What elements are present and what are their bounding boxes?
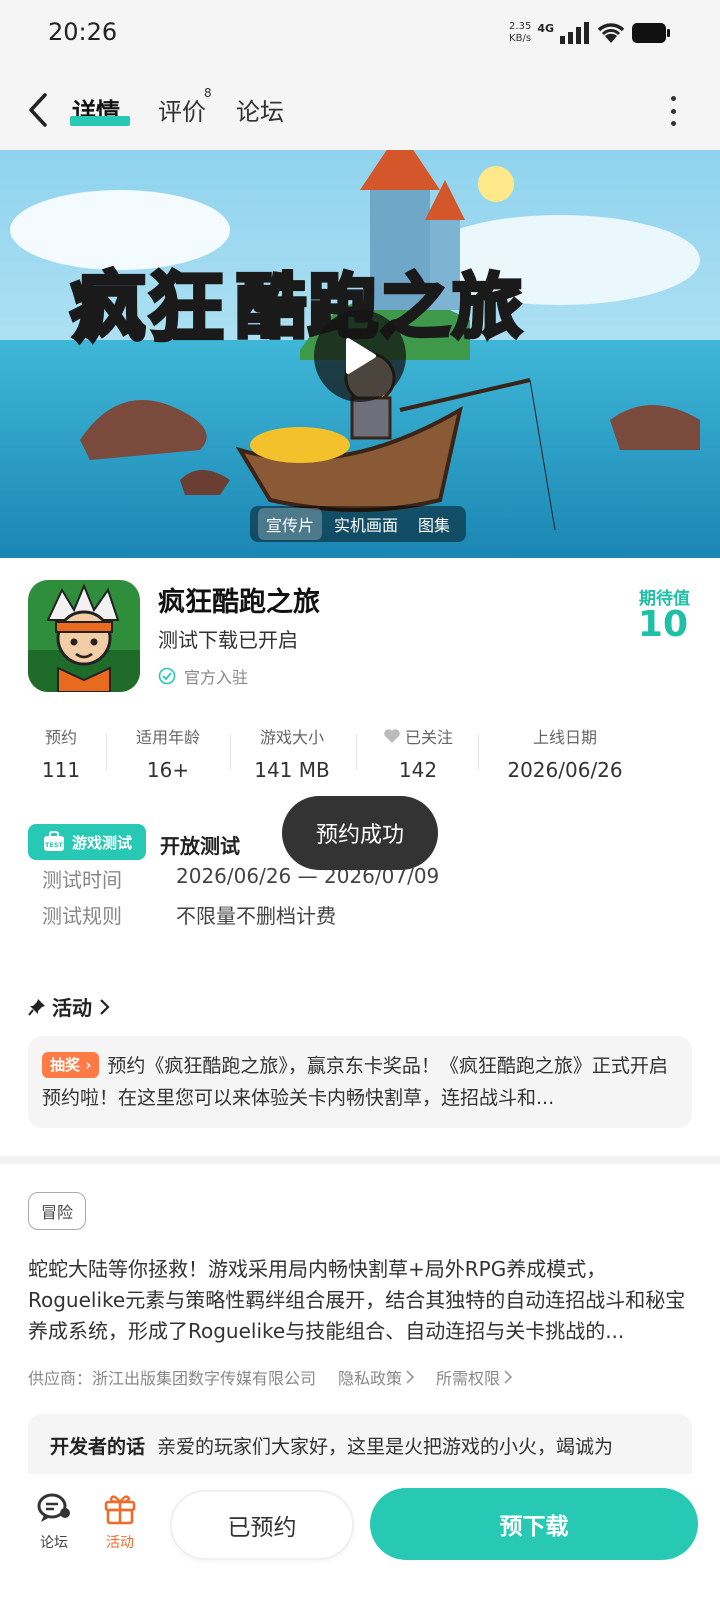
privacy-policy-label: 隐私政策 bbox=[338, 1369, 403, 1388]
permissions-link[interactable]: 所需权限 bbox=[436, 1365, 513, 1389]
heart-icon bbox=[384, 729, 400, 743]
lottery-tag: 抽奖 › bbox=[42, 1052, 100, 1078]
expectation-value: 10 bbox=[637, 604, 688, 645]
test-rule-value: 不限量不删档计费 bbox=[176, 904, 336, 928]
stat-reservations: 预约 111 bbox=[28, 724, 94, 782]
media-tabs: 宣传片 实机画面 图集 bbox=[250, 506, 467, 542]
reservation-success-toast: 预约成功 bbox=[282, 796, 438, 870]
stat-value: 16+ bbox=[146, 758, 190, 782]
active-tab-indicator bbox=[70, 116, 130, 126]
wifi-icon bbox=[597, 23, 625, 43]
verified-icon bbox=[158, 667, 176, 685]
privacy-policy-link[interactable]: 隐私政策 bbox=[338, 1365, 415, 1389]
more-dot-icon bbox=[670, 96, 676, 101]
activity-title: 活动 bbox=[52, 996, 92, 1020]
test-rule-label: 测试规则 bbox=[42, 904, 122, 928]
test-icon: TEST bbox=[43, 831, 64, 851]
app-root: 20:26 2.35 KB/s 4G 详情 评价 8 论坛 疯狂 酷跑之旅 宣传… bbox=[0, 0, 720, 1600]
official-badge: 官方入驻 bbox=[158, 664, 248, 688]
game-test-badge: TEST 游戏测试 bbox=[28, 824, 146, 860]
section-separator bbox=[0, 1156, 720, 1164]
stat-size: 游戏大小 141 MB bbox=[242, 724, 342, 782]
supplier-row: 供应商：浙江出版集团数字传媒有限公司 隐私政策 所需权限 bbox=[28, 1365, 513, 1389]
banner-title-yellow: 疯狂 bbox=[68, 261, 226, 354]
stat-divider bbox=[106, 734, 107, 770]
game-status: 测试下载已开启 bbox=[158, 628, 298, 652]
net-speed-value: 2.35 bbox=[509, 21, 532, 32]
media-tab-gameplay[interactable]: 实机画面 bbox=[326, 508, 406, 540]
stat-divider bbox=[478, 734, 479, 770]
tab-reviews[interactable]: 评价 bbox=[158, 92, 206, 127]
stat-label: 上线日期 bbox=[532, 728, 597, 747]
svg-text:TEST: TEST bbox=[45, 841, 64, 849]
reviews-count-badge: 8 bbox=[204, 86, 212, 100]
stat-age: 适用年龄 16+ bbox=[118, 724, 218, 782]
play-button[interactable] bbox=[314, 310, 406, 402]
chevron-left-icon bbox=[29, 93, 47, 127]
activity-card[interactable]: 抽奖 › 预约《疯狂酷跑之旅》，赢京东卡奖品！《疯狂酷跑之旅》正式开启预约啦！在这… bbox=[28, 1036, 692, 1128]
net-speed: 2.35 KB/s bbox=[509, 21, 531, 45]
chevron-right-icon bbox=[406, 1370, 415, 1384]
stat-value: 142 bbox=[398, 758, 438, 782]
reserved-button[interactable]: 已预约 bbox=[170, 1490, 354, 1560]
media-tab-trailer[interactable]: 宣传片 bbox=[258, 508, 323, 540]
supplier-text: 供应商：浙江出版集团数字传媒有限公司 bbox=[28, 1369, 317, 1388]
back-button[interactable] bbox=[28, 90, 58, 130]
nav-bar: 详情 评价 8 论坛 bbox=[0, 68, 720, 150]
stat-release-date: 上线日期 2026/06/26 bbox=[490, 724, 640, 782]
game-description[interactable]: 蛇蛇大陆等你拯救！游戏采用局内畅快割草+局外RPG养成模式，Roguelike元… bbox=[28, 1254, 698, 1347]
official-label: 官方入驻 bbox=[184, 668, 249, 687]
stat-value: 2026/06/26 bbox=[507, 758, 623, 782]
test-type: 开放测试 bbox=[160, 834, 240, 858]
gift-icon bbox=[100, 1488, 140, 1528]
stat-label: 游戏大小 bbox=[259, 728, 324, 747]
activity-header[interactable]: 活动 bbox=[28, 992, 110, 1021]
activity-text: 预约《疯狂酷跑之旅》，赢京东卡奖品！《疯狂酷跑之旅》正式开启预约啦！在这里您可以… bbox=[42, 1055, 668, 1109]
signal-icon bbox=[560, 22, 589, 44]
stat-divider bbox=[356, 734, 357, 770]
status-icons: 2.35 KB/s 4G bbox=[509, 18, 670, 48]
pre-download-button[interactable]: 预下载 bbox=[370, 1488, 698, 1560]
stat-divider bbox=[230, 734, 231, 770]
status-bar: 20:26 2.35 KB/s 4G bbox=[0, 0, 720, 68]
test-time-label: 测试时间 bbox=[42, 868, 122, 892]
more-dot-icon bbox=[670, 108, 676, 114]
chevron-right-icon bbox=[504, 1370, 513, 1384]
media-tab-gallery[interactable]: 图集 bbox=[410, 508, 458, 540]
lottery-tag-label: 抽奖 bbox=[50, 1056, 81, 1074]
forum-icon bbox=[34, 1488, 74, 1528]
bottom-forum-button[interactable]: 论坛 bbox=[24, 1488, 84, 1552]
net-speed-unit: KB/s bbox=[509, 33, 532, 44]
genre-tag[interactable]: 冒险 bbox=[28, 1192, 87, 1230]
game-test-label: 游戏测试 bbox=[71, 833, 132, 852]
stat-label: 已关注 bbox=[368, 724, 468, 748]
bottom-activity-label: 活动 bbox=[106, 1535, 134, 1551]
net-type: 4G bbox=[537, 21, 554, 35]
battery-icon bbox=[632, 23, 670, 43]
bottom-forum-label: 论坛 bbox=[40, 1535, 68, 1551]
follow-label: 已关注 bbox=[404, 728, 453, 747]
bottom-activity-button[interactable]: 活动 bbox=[90, 1488, 150, 1552]
stat-label: 预约 bbox=[44, 728, 77, 747]
developer-note-label: 开发者的话 bbox=[50, 1436, 146, 1458]
chevron-right-icon bbox=[100, 998, 110, 1015]
play-icon bbox=[346, 338, 376, 374]
stat-value: 111 bbox=[41, 758, 81, 782]
pin-icon bbox=[28, 998, 45, 1016]
game-banner-video[interactable]: 疯狂 酷跑之旅 宣传片 实机画面 图集 bbox=[0, 150, 720, 558]
game-name: 疯狂酷跑之旅 bbox=[158, 587, 320, 618]
status-time: 20:26 bbox=[48, 18, 118, 46]
game-icon-art bbox=[28, 580, 140, 692]
tab-forum[interactable]: 论坛 bbox=[236, 92, 284, 127]
more-dot-icon bbox=[670, 121, 676, 126]
permissions-label: 所需权限 bbox=[436, 1369, 501, 1388]
game-icon bbox=[28, 580, 140, 692]
developer-note-text: 亲爱的玩家们大家好，这里是火把游戏的小火，竭诚为 bbox=[157, 1436, 614, 1458]
stat-label: 适用年龄 bbox=[135, 728, 200, 747]
more-menu-button[interactable] bbox=[666, 96, 680, 126]
stat-follow[interactable]: 已关注 142 bbox=[368, 724, 468, 782]
stats-row: 预约 111 适用年龄 16+ 游戏大小 141 MB 已关注 142 上线日期 bbox=[0, 724, 720, 794]
stat-value: 141 MB bbox=[254, 758, 330, 782]
bottom-action-bar: 论坛 活动 已预约 预下载 bbox=[0, 1474, 720, 1600]
